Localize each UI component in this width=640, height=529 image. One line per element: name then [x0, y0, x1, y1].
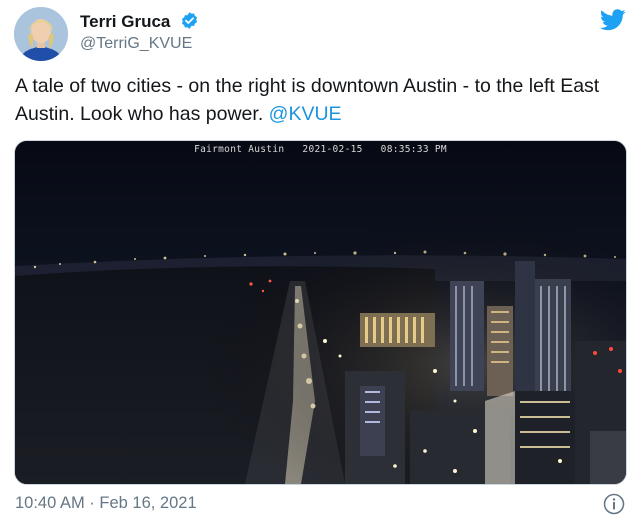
tweet-text: A tale of two cities - on the right is d…	[15, 72, 625, 128]
camera-caption: Fairmont Austin 2021-02-15 08:35:33 PM	[194, 144, 447, 155]
city-night-photo	[15, 141, 626, 484]
tweet-timestamp[interactable]: 10:40 AM · Feb 16, 2021	[15, 494, 197, 513]
author-name[interactable]: Terri Gruca	[80, 11, 199, 35]
mention-link[interactable]: @KVUE	[269, 103, 342, 125]
avatar[interactable]	[14, 7, 68, 61]
author-name-text[interactable]: Terri Gruca	[80, 12, 170, 31]
tweet-card: Terri Gruca @TerriG_KVUE A tale of two c…	[0, 0, 640, 529]
author-handle[interactable]: @TerriG_KVUE	[80, 35, 192, 53]
verified-badge-icon	[180, 11, 199, 35]
twitter-bird-icon[interactable]	[599, 9, 626, 36]
info-icon[interactable]	[603, 493, 625, 520]
tweet-photo[interactable]: Fairmont Austin 2021-02-15 08:35:33 PM	[14, 140, 627, 485]
